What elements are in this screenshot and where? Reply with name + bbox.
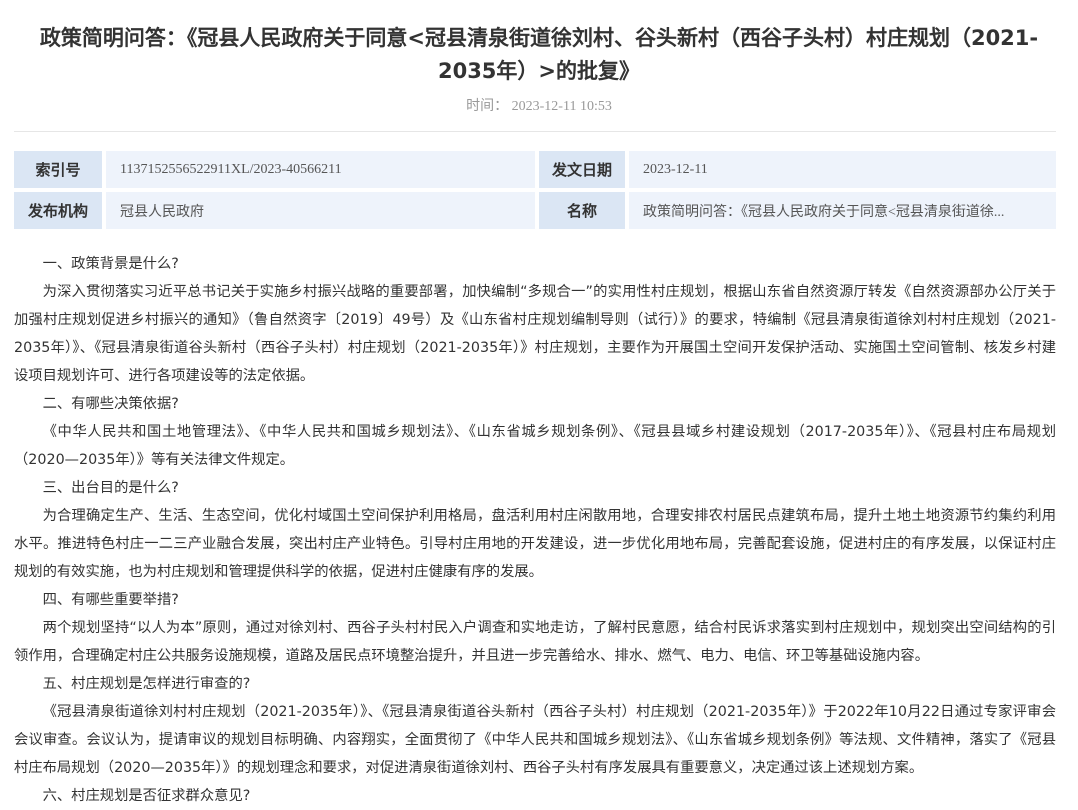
meta-row-index: 索引号 1137152556522911XL/2023-40566211 发文日… — [14, 151, 1056, 188]
section-heading: 三、出台目的是什么? — [42, 480, 179, 496]
body-paragraph: 为深入贯彻落实习近平总书记关于实施乡村振兴战略的重要部署，加快编制“多规合一”的… — [14, 284, 1056, 384]
article-page: 政策简明问答：《冠县人民政府关于同意<冠县清泉街道徐刘村、谷头新村（西谷子头村）… — [0, 0, 1078, 804]
date-value: 2023-12-11 — [629, 151, 1056, 188]
org-value: 冠县人民政府 — [106, 192, 535, 229]
page-title: 政策简明问答：《冠县人民政府关于同意<冠县清泉街道徐刘村、谷头新村（西谷子头村）… — [39, 26, 1039, 83]
time-label: 时间： — [466, 99, 509, 114]
section-heading: 二、有哪些决策依据? — [42, 396, 179, 412]
section-heading: 四、有哪些重要举措? — [42, 592, 179, 608]
section-heading: 一、政策背景是什么? — [42, 256, 179, 272]
body-paragraph: 两个规划坚持“以人为本”原则，通过对徐刘村、西谷子头村村民入户调查和实地走访，了… — [14, 620, 1056, 664]
publish-time: 时间： 2023-12-11 10:53 — [0, 95, 1078, 115]
name-label: 名称 — [539, 192, 625, 229]
body-paragraph: 《冠县清泉街道徐刘村村庄规划（2021-2035年）》、《冠县清泉街道谷头新村（… — [14, 704, 1056, 776]
title-divider — [14, 131, 1056, 132]
section-heading: 六、村庄规划是否征求群众意见? — [42, 788, 251, 804]
index-value: 1137152556522911XL/2023-40566211 — [106, 151, 535, 188]
org-label: 发布机构 — [14, 192, 102, 229]
body-paragraph: 为合理确定生产、生活、生态空间，优化村域国土空间保护利用格局，盘活利用村庄闲散用… — [14, 508, 1056, 580]
section-heading: 五、村庄规划是怎样进行审查的? — [42, 676, 251, 692]
index-label: 索引号 — [14, 151, 102, 188]
meta-row-org: 发布机构 冠县人民政府 名称 政策简明问答：《冠县人民政府关于同意<冠县清泉街道… — [14, 192, 1056, 229]
article-body: 一、政策背景是什么? 为深入贯彻落实习近平总书记关于实施乡村振兴战略的重要部署，… — [14, 250, 1056, 810]
time-value: 2023-12-11 10:53 — [511, 99, 612, 114]
meta-table: 索引号 1137152556522911XL/2023-40566211 发文日… — [14, 151, 1056, 233]
date-label: 发文日期 — [539, 151, 625, 188]
name-value: 政策简明问答：《冠县人民政府关于同意<冠县清泉街道徐... — [629, 192, 1056, 229]
body-paragraph: 《中华人民共和国土地管理法》、《中华人民共和国城乡规划法》、《山东省城乡规划条例… — [14, 424, 1056, 468]
